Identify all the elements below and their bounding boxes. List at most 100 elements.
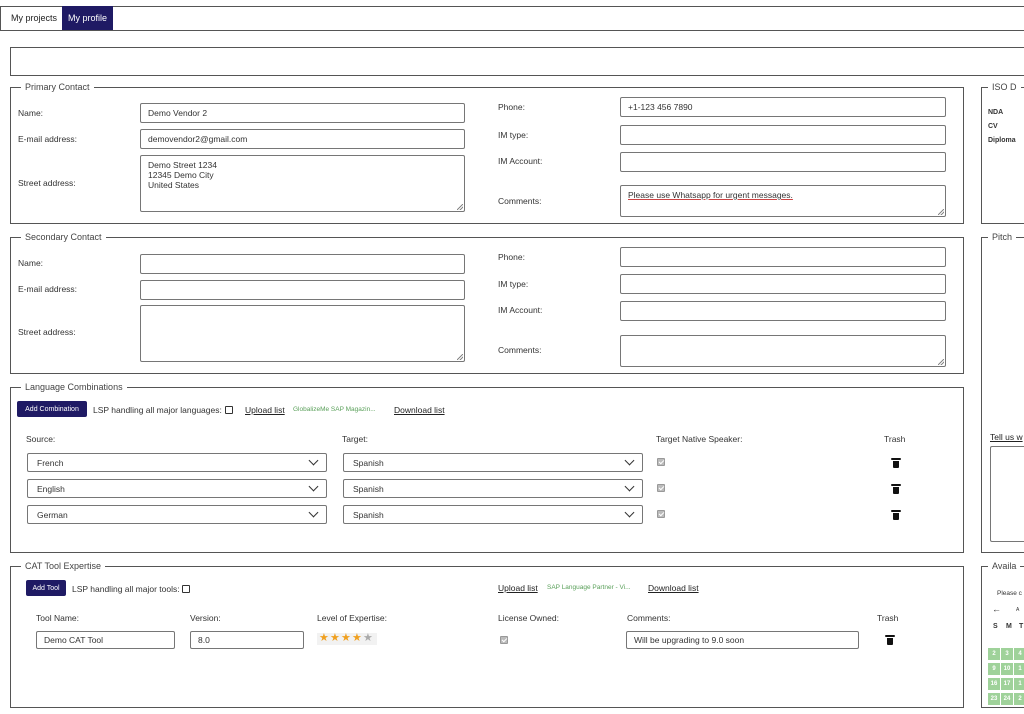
source-language-select[interactable]: English [27,479,327,498]
weekday-label: T [1019,623,1024,630]
section-legend: Language Combinations [25,382,123,392]
download-list-link[interactable]: Download list [648,583,699,593]
lsp-tools-label: LSP handling all major tools: [72,584,180,594]
chevron-down-icon [624,507,635,518]
email-field[interactable] [140,280,465,300]
target-column-header: Target: [342,434,368,444]
calendar-day[interactable]: 16 [988,678,1000,690]
trash-icon[interactable] [891,510,901,520]
selected-value: French [37,457,64,468]
phone-field[interactable] [620,247,946,267]
im-account-field[interactable] [620,301,946,321]
calendar-day[interactable]: 24 [1001,693,1013,705]
calendar-day[interactable]: 17 [1001,678,1013,690]
add-combination-button[interactable]: Add Combination [17,401,87,417]
uploaded-file-name: SAP Language Partner - Vi... [547,584,631,591]
tool-name-column-header: Tool Name: [36,613,79,623]
trash-column-header: Trash [884,434,906,444]
add-tool-button[interactable]: Add Tool [26,580,66,596]
calendar-day[interactable]: 3 [1001,648,1013,660]
chevron-down-icon [624,455,635,466]
trash-icon[interactable] [891,484,901,494]
name-field[interactable]: Demo Vendor 2 [140,103,465,123]
lsp-languages-label: LSP handling all major languages: [93,405,222,415]
selected-value: German [37,509,68,520]
native-speaker-checkbox[interactable] [657,484,665,492]
email-label: E-mail address: [18,134,78,144]
comments-field[interactable] [620,335,946,367]
im-type-label: IM type: [498,279,529,289]
weekday-label: S [993,623,998,630]
iso-documents-section: ISO D [981,82,1024,224]
im-type-field[interactable] [620,274,946,294]
source-language-select[interactable]: German [27,505,327,524]
comments-column-header: Comments: [627,613,671,623]
tab-my-profile[interactable]: My profile [62,6,114,30]
comments-field[interactable]: Please use Whatsapp for urgent messages. [620,185,946,217]
trash-icon[interactable] [885,635,895,645]
expertise-rating[interactable]: ★ ★ ★ ★ ★ [317,633,377,645]
chevron-down-icon [308,481,319,492]
phone-label: Phone: [498,252,525,262]
star-icon[interactable]: ★ [352,633,362,644]
tool-name-field[interactable]: Demo CAT Tool [36,631,175,649]
section-legend: Secondary Contact [25,232,102,242]
tab-my-projects[interactable]: My projects [5,6,63,30]
star-icon[interactable]: ★ [319,633,329,644]
name-field[interactable] [140,254,465,274]
phone-field[interactable]: +1-123 456 7890 [620,97,946,117]
native-speaker-checkbox[interactable] [657,458,665,466]
im-account-label: IM Account: [498,305,543,315]
selected-value: Spanish [353,483,384,494]
version-field[interactable]: 8.0 [190,631,304,649]
native-speaker-checkbox[interactable] [657,510,665,518]
source-language-select[interactable]: French [27,453,327,472]
target-language-select[interactable]: Spanish [343,505,643,524]
calendar-day[interactable]: 4 [1014,648,1024,660]
calendar-day[interactable]: 1 [1014,678,1024,690]
tool-comments-field[interactable]: Will be upgrading to 9.0 soon [626,631,859,649]
email-field[interactable]: demovendor2@gmail.com [140,129,465,149]
trash-icon[interactable] [891,458,901,468]
im-type-field[interactable] [620,125,946,145]
lsp-tools-checkbox[interactable] [182,585,190,593]
star-icon[interactable]: ★ [341,633,351,644]
comments-label: Comments: [498,345,542,355]
calendar-day[interactable]: 10 [1001,663,1013,675]
upload-list-link[interactable]: Upload list [498,583,538,593]
section-legend: Pitch [992,232,1013,242]
prev-month-icon[interactable]: ← [992,604,1001,614]
target-language-select[interactable]: Spanish [343,479,643,498]
name-label: Name: [18,108,44,118]
upload-list-link[interactable]: Upload list [245,405,285,415]
lsp-languages-checkbox[interactable] [225,406,233,414]
tell-us-link[interactable]: Tell us w [990,432,1023,442]
trash-column-header: Trash [877,613,899,623]
calendar-day[interactable]: 2 [1014,693,1024,705]
section-legend: Availa [992,561,1017,571]
calendar-day[interactable]: 23 [988,693,1000,705]
phone-label: Phone: [498,102,525,112]
street-field[interactable]: Demo Street 1234 12345 Demo City United … [140,155,465,212]
comments-text: Please use Whatsapp for urgent messages. [628,190,793,200]
calendar-day[interactable]: 2 [988,648,1000,660]
target-language-select[interactable]: Spanish [343,453,643,472]
iso-item-cv: CV [988,123,998,130]
calendar-day[interactable]: 1 [1014,663,1024,675]
pitch-textarea[interactable] [990,446,1024,542]
version-column-header: Version: [190,613,221,623]
license-owned-checkbox[interactable] [500,636,508,644]
email-label: E-mail address: [18,284,78,294]
tab-bar [0,6,1024,31]
im-account-field[interactable] [620,152,946,172]
star-icon[interactable]: ★ [363,633,373,644]
weekday-label: M [1006,623,1012,630]
name-label: Name: [18,258,44,268]
star-icon[interactable]: ★ [330,633,340,644]
source-column-header: Source: [26,434,56,444]
calendar-day[interactable]: 9 [988,663,1000,675]
street-field[interactable] [140,305,465,362]
license-column-header: License Owned: [498,613,559,623]
download-list-link[interactable]: Download list [394,405,445,415]
chevron-down-icon [624,481,635,492]
